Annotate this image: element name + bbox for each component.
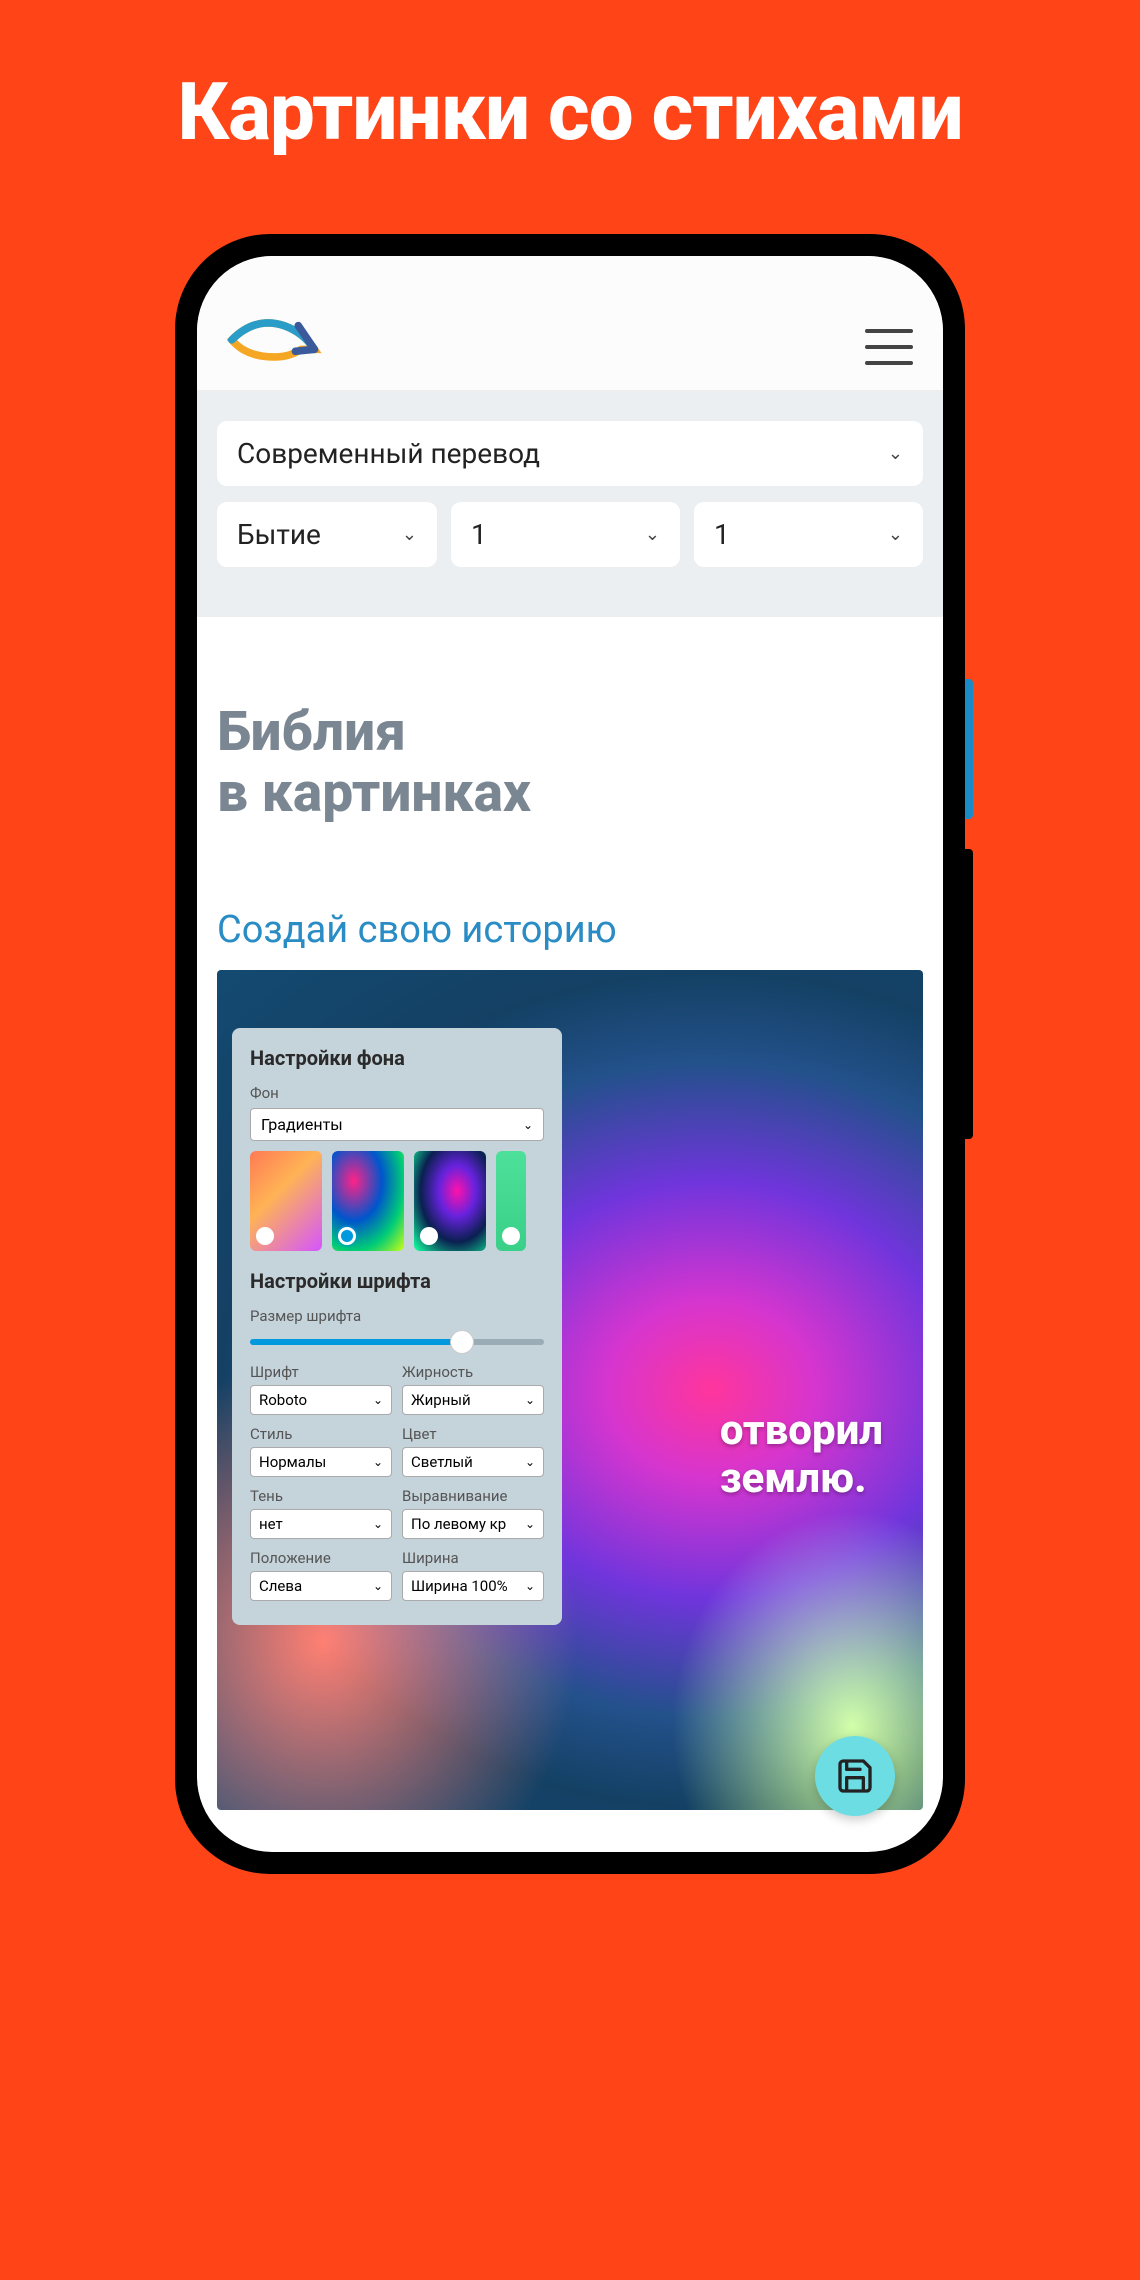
chevron-down-icon: ⌄ xyxy=(373,1517,383,1531)
gradient-swatch-4[interactable] xyxy=(496,1151,526,1251)
width-label: Ширина xyxy=(402,1549,544,1567)
align-label: Выравнивание xyxy=(402,1487,544,1505)
width-select[interactable]: Ширина 100% ⌄ xyxy=(402,1571,544,1601)
hamburger-line-icon xyxy=(865,329,913,333)
chevron-down-icon: ⌄ xyxy=(373,1393,383,1407)
promo-title: Картинки со стихами xyxy=(0,0,1140,159)
chevron-down-icon: ⌄ xyxy=(525,1517,535,1531)
settings-panel: Настройки фона Фон Градиенты ⌄ Наст xyxy=(232,1028,562,1625)
color-label: Цвет xyxy=(402,1425,544,1443)
phone-volume-button xyxy=(965,849,973,1139)
weight-label: Жирность xyxy=(402,1363,544,1381)
position-select[interactable]: Слева ⌄ xyxy=(250,1571,392,1601)
style-value: Нормалы xyxy=(259,1453,326,1471)
style-label: Стиль xyxy=(250,1425,392,1443)
verse-line: отворил xyxy=(720,1406,883,1455)
verse-value: 1 xyxy=(714,518,730,551)
hamburger-line-icon xyxy=(865,361,913,365)
gradient-swatch-row xyxy=(250,1151,544,1251)
bg-settings-title: Настройки фона xyxy=(250,1046,544,1070)
chapter-value: 1 xyxy=(471,518,487,551)
app-screen: Современный перевод ⌄ Бытие ⌄ 1 ⌄ 1 xyxy=(197,256,943,1852)
style-select[interactable]: Нормалы ⌄ xyxy=(250,1447,392,1477)
chevron-down-icon: ⌄ xyxy=(525,1393,535,1407)
page-title: Библия в картинках xyxy=(217,702,923,823)
gradient-swatch-3[interactable] xyxy=(414,1151,486,1251)
bg-label: Фон xyxy=(250,1084,544,1102)
save-icon xyxy=(835,1756,875,1796)
slider-thumb[interactable] xyxy=(450,1330,474,1354)
phone-screen-bezel: Современный перевод ⌄ Бытие ⌄ 1 ⌄ 1 xyxy=(197,256,943,1852)
translation-select[interactable]: Современный перевод ⌄ xyxy=(217,421,923,486)
page-title-line2: в картинках xyxy=(217,761,531,825)
content-area: Библия в картинках Создай свою историю о… xyxy=(197,617,943,1852)
align-select[interactable]: По левому кр ⌄ xyxy=(402,1509,544,1539)
fontsize-label: Размер шрифта xyxy=(250,1307,544,1325)
radio-icon xyxy=(338,1227,356,1245)
chevron-down-icon: ⌄ xyxy=(888,443,903,464)
verse-line: землю. xyxy=(720,1454,867,1503)
weight-select[interactable]: Жирный ⌄ xyxy=(402,1385,544,1415)
color-select[interactable]: Светлый ⌄ xyxy=(402,1447,544,1477)
chevron-down-icon: ⌄ xyxy=(888,524,903,545)
verse-image-canvas[interactable]: отворил землю. Настройки фона Фон Градие… xyxy=(217,970,923,1810)
radio-icon xyxy=(256,1227,274,1245)
gradient-swatch-1[interactable] xyxy=(250,1151,322,1251)
gradient-swatch-2[interactable] xyxy=(332,1151,404,1251)
color-value: Светлый xyxy=(411,1453,473,1471)
chevron-down-icon: ⌄ xyxy=(523,1118,533,1132)
font-label: Шрифт xyxy=(250,1363,392,1381)
shadow-value: нет xyxy=(259,1515,283,1533)
bg-type-select[interactable]: Градиенты ⌄ xyxy=(250,1108,544,1141)
font-value: Roboto xyxy=(259,1391,307,1409)
hamburger-line-icon xyxy=(865,345,913,349)
translation-value: Современный перевод xyxy=(237,437,540,470)
align-value: По левому кр xyxy=(411,1515,506,1533)
chevron-down-icon: ⌄ xyxy=(525,1455,535,1469)
app-header xyxy=(197,256,943,391)
app-logo-icon[interactable] xyxy=(227,310,322,365)
bg-type-value: Градиенты xyxy=(261,1115,343,1134)
book-value: Бытие xyxy=(237,518,321,551)
font-select[interactable]: Roboto ⌄ xyxy=(250,1385,392,1415)
chevron-down-icon: ⌄ xyxy=(373,1579,383,1593)
verse-select[interactable]: 1 ⌄ xyxy=(694,502,923,567)
position-label: Положение xyxy=(250,1549,392,1567)
radio-icon xyxy=(420,1227,438,1245)
slider-fill xyxy=(250,1339,462,1345)
verse-preview-text: отворил землю. xyxy=(720,1407,883,1504)
save-fab-button[interactable] xyxy=(815,1736,895,1816)
position-value: Слева xyxy=(259,1577,302,1595)
shadow-select[interactable]: нет ⌄ xyxy=(250,1509,392,1539)
fontsize-slider[interactable] xyxy=(250,1339,544,1345)
phone-frame: Современный перевод ⌄ Бытие ⌄ 1 ⌄ 1 xyxy=(175,234,965,1874)
font-settings-title: Настройки шрифта xyxy=(250,1269,544,1293)
page-subtitle: Создай свою историю xyxy=(217,908,923,952)
shadow-label: Тень xyxy=(250,1487,392,1505)
chapter-select[interactable]: 1 ⌄ xyxy=(451,502,680,567)
menu-button[interactable] xyxy=(865,329,913,365)
chevron-down-icon: ⌄ xyxy=(645,524,660,545)
width-value: Ширина 100% xyxy=(411,1577,508,1595)
chevron-down-icon: ⌄ xyxy=(373,1455,383,1469)
weight-value: Жирный xyxy=(411,1391,471,1409)
chevron-down-icon: ⌄ xyxy=(402,524,417,545)
verse-selector-bar: Современный перевод ⌄ Бытие ⌄ 1 ⌄ 1 xyxy=(197,391,943,617)
radio-icon xyxy=(502,1227,520,1245)
book-select[interactable]: Бытие ⌄ xyxy=(217,502,437,567)
phone-power-button xyxy=(965,679,973,819)
page-title-line1: Библия xyxy=(217,700,406,764)
chevron-down-icon: ⌄ xyxy=(525,1579,535,1593)
